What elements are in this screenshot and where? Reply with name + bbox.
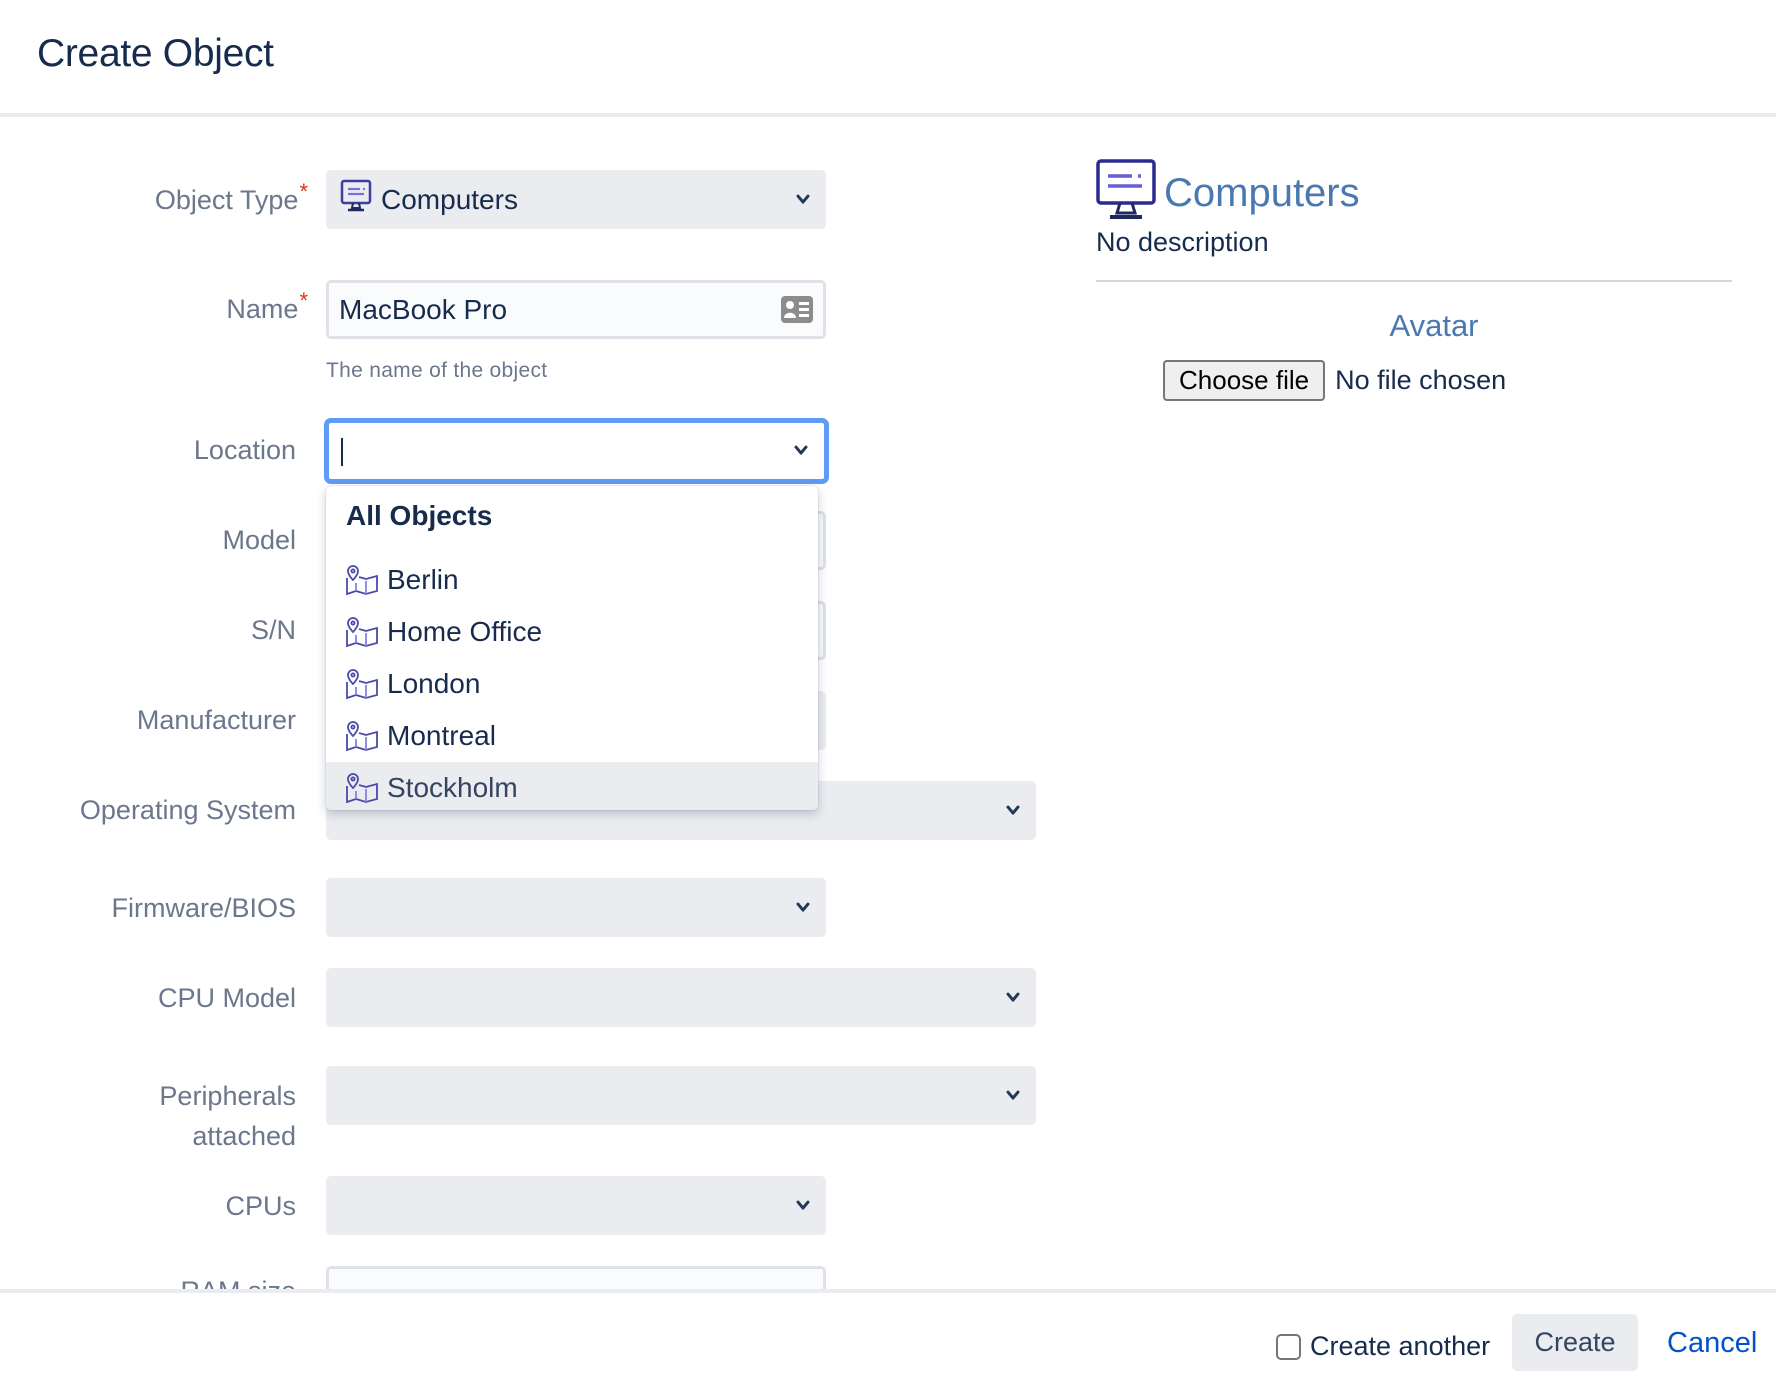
option-label: Montreal <box>387 720 496 751</box>
cancel-link[interactable]: Cancel <box>1667 1327 1757 1360</box>
firmware-bios-select[interactable] <box>326 878 826 937</box>
object-type-heading: Computers <box>1096 159 1732 221</box>
dialog-title: Create Object <box>37 32 274 75</box>
chevron-down-icon[interactable] <box>1004 1086 1022 1104</box>
dialog-body: Object Type* Computers Name* MacBook Pro… <box>0 121 1776 1289</box>
name-input[interactable]: MacBook Pro <box>326 280 826 339</box>
object-type-label: Object Type* <box>154 179 308 222</box>
divider <box>1096 280 1732 282</box>
location-map-icon <box>346 617 378 648</box>
avatar-heading: Avatar <box>1389 308 1479 343</box>
chevron-down-icon[interactable] <box>792 441 810 459</box>
option-label: Stockholm <box>387 772 518 803</box>
peripherals-attached-select[interactable] <box>326 1066 1036 1125</box>
dropdown-option-home-office[interactable]: Home Office <box>326 606 818 658</box>
cpu-model-label: CPU Model <box>157 983 296 1013</box>
chevron-down-icon[interactable] <box>794 190 812 208</box>
choose-file-button[interactable]: Choose file <box>1163 360 1326 401</box>
location-label: Location <box>193 435 296 465</box>
object-type-selected: Computers <box>381 183 518 215</box>
object-type-value: Computers <box>340 170 518 229</box>
peripherals-label-line2: attached <box>192 1121 296 1151</box>
ram-size-input[interactable] <box>326 1266 826 1289</box>
option-label: London <box>387 668 481 699</box>
object-type-select[interactable]: Computers <box>326 170 826 229</box>
location-map-icon <box>346 773 378 804</box>
cpus-select[interactable] <box>326 1176 826 1235</box>
chevron-down-icon[interactable] <box>794 898 812 916</box>
dialog-header: Create Object <box>0 0 1776 117</box>
option-label: Home Office <box>387 616 543 647</box>
location-input[interactable] <box>324 418 829 484</box>
location-map-icon <box>346 721 378 752</box>
object-type-description: No description <box>1096 227 1269 257</box>
dropdown-option-stockholm[interactable]: Stockholm <box>326 762 818 810</box>
create-button[interactable]: Create <box>1512 1314 1638 1371</box>
dropdown-group-heading: All Objects <box>346 500 493 531</box>
option-label: Berlin <box>387 564 459 595</box>
name-input-value[interactable]: MacBook Pro <box>339 283 507 336</box>
chevron-down-icon[interactable] <box>794 1196 812 1214</box>
required-marker: * <box>299 179 308 204</box>
sn-label: S/N <box>250 615 296 645</box>
name-label-text: Name <box>226 294 299 324</box>
create-another-option[interactable]: Create another <box>1276 1331 1490 1362</box>
location-map-icon <box>346 669 378 700</box>
computer-icon <box>340 179 372 220</box>
ram-size-label: RAM size <box>180 1271 296 1289</box>
text-caret <box>341 438 343 466</box>
object-type-name: Computers <box>1164 171 1360 215</box>
cpus-label: CPUs <box>225 1191 296 1221</box>
name-help-text: The name of the object <box>326 359 548 382</box>
dropdown-option-berlin[interactable]: Berlin <box>326 554 818 606</box>
chevron-down-icon[interactable] <box>1004 801 1022 819</box>
firmware-bios-label: Firmware/BIOS <box>111 893 296 923</box>
peripherals-label-line1: Peripherals <box>159 1081 296 1111</box>
create-another-label: Create another <box>1310 1331 1491 1361</box>
location-map-icon <box>346 565 378 596</box>
model-label: Model <box>222 525 296 555</box>
object-type-label-text: Object Type <box>154 185 299 215</box>
chevron-down-icon[interactable] <box>1004 988 1022 1006</box>
id-card-icon <box>781 296 813 323</box>
file-status: No file chosen <box>1335 365 1507 395</box>
dialog-footer: Create another Create Cancel <box>0 1289 1776 1378</box>
location-dropdown-menu: All Objects Berlin Home Office London Mo… <box>326 486 818 810</box>
avatar-file-input: Choose file No file chosen <box>1163 360 1732 401</box>
required-marker: * <box>299 288 308 313</box>
manufacturer-label: Manufacturer <box>136 705 296 735</box>
object-type-info-panel: Computers No description Avatar Choose f… <box>1096 159 1732 401</box>
cpu-model-select[interactable] <box>326 968 1036 1027</box>
computer-icon <box>1096 159 1156 219</box>
dropdown-option-london[interactable]: London <box>326 658 818 710</box>
operating-system-label: Operating System <box>79 795 296 825</box>
dropdown-option-montreal[interactable]: Montreal <box>326 710 818 762</box>
name-label: Name* <box>226 288 308 331</box>
create-another-checkbox[interactable] <box>1276 1333 1301 1360</box>
